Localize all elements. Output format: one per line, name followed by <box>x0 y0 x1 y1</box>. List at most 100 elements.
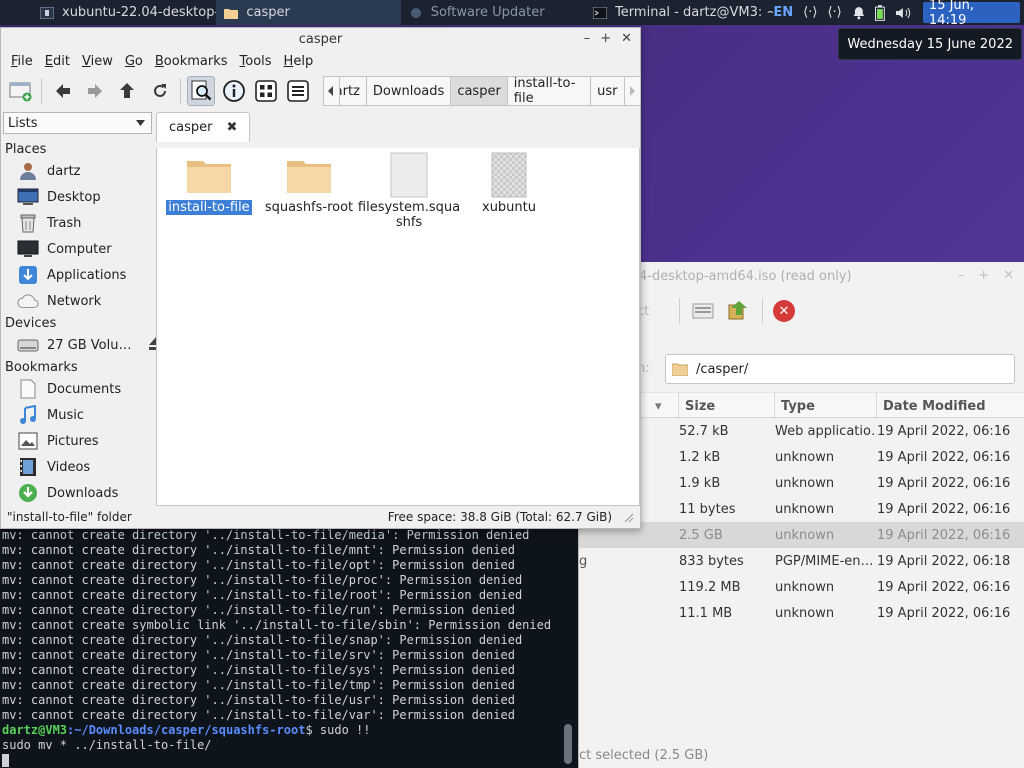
sidebar-item-music[interactable]: Music <box>1 402 154 428</box>
grid-view-icon <box>255 80 277 102</box>
archive-cell-date: 19 April 2022, 06:16 <box>877 527 1011 543</box>
sidebar-item-videos[interactable]: Videos <box>1 454 154 480</box>
new-tab-icon <box>9 82 32 102</box>
applications-icon <box>17 264 39 286</box>
breadcrumb-item[interactable]: usr <box>590 76 625 106</box>
new-tab-button[interactable] <box>7 76 35 106</box>
battery-icon[interactable] <box>875 4 886 21</box>
column-name[interactable]: ▾ <box>641 393 679 419</box>
taskbar-item-terminal[interactable]: Terminal - dartz@VM3: ~/… <box>585 0 773 25</box>
menu-tools[interactable]: Tools <box>234 54 278 69</box>
maximize-icon[interactable]: + <box>978 268 989 283</box>
music-icon <box>17 404 39 426</box>
terminal-scrollbar[interactable] <box>564 724 572 764</box>
archive-row[interactable]: 2.5 GB unknown 19 April 2022, 06:16 <box>579 522 1024 548</box>
breadcrumb-item-current[interactable]: casper <box>450 76 508 106</box>
archive-row[interactable]: g 833 bytes PGP/MIME-en… 19 April 2022, 06:… <box>579 548 1024 574</box>
menu-view[interactable]: View <box>76 54 119 69</box>
archive-row[interactable]: 119.2 MB unknown 19 April 2022, 06:16 <box>579 574 1024 600</box>
tab-bar: casper ✖ <box>154 110 641 142</box>
file-item[interactable]: install-to-file <box>161 152 257 216</box>
chevron-left-icon <box>328 86 334 96</box>
notification-bell-icon[interactable] <box>852 6 866 20</box>
icon-view[interactable]: install-to-file squashfs-root filesystem… <box>156 148 640 506</box>
stop-icon[interactable]: ✕ <box>773 300 795 322</box>
maximize-icon[interactable]: + <box>600 31 611 46</box>
reload-button[interactable] <box>146 76 174 106</box>
file-item[interactable]: filesystem.squa shfs <box>358 152 460 230</box>
minimize-icon[interactable]: – <box>584 31 591 46</box>
column-type[interactable]: Type <box>775 393 877 419</box>
menu-file[interactable]: File <box>5 54 39 69</box>
menu-go[interactable]: Go <box>119 54 149 69</box>
sidebar-item-home[interactable]: dartz <box>1 158 154 184</box>
resize-grip-icon[interactable] <box>622 511 634 523</box>
archive-cell-type: unknown <box>775 605 835 621</box>
parent-folder-button[interactable] <box>113 76 141 106</box>
sidebar-item-computer[interactable]: Computer <box>1 236 154 262</box>
archive-location-field[interactable]: /casper/ <box>665 354 1015 384</box>
window-buttons: – + ✕ <box>584 31 632 46</box>
file-item[interactable]: squashfs-root <box>261 152 357 215</box>
keyboard-layout-indicator[interactable]: EN <box>773 5 793 20</box>
minimize-icon[interactable]: – <box>958 268 965 283</box>
breadcrumb-item[interactable]: artz <box>339 76 367 106</box>
archive-cell-size: 119.2 MB <box>679 579 741 595</box>
archive-row[interactable]: ove1.2 kBunknown19 April 2022, 06:16 <box>579 444 1024 470</box>
menu-help[interactable]: Help <box>278 54 320 69</box>
breadcrumb-item[interactable]: Downloads <box>365 76 452 106</box>
sidebar-item-documents[interactable]: Documents <box>1 376 154 402</box>
sidebar-item-pictures[interactable]: Pictures <box>1 428 154 454</box>
column-date-modified[interactable]: Date Modified <box>877 393 1024 419</box>
sidebar-item-downloads[interactable]: Downloads <box>1 480 154 506</box>
status-free-space: Free space: 38.8 GiB (Total: 62.7 GiB) <box>387 510 612 524</box>
menu-bar: File Edit View Go Bookmarks Tools Help <box>1 50 640 72</box>
toolbar-separator <box>762 298 763 324</box>
sidebar-item-volume[interactable]: 27 GB Volu… <box>1 332 165 358</box>
archive-row[interactable]: 11.1 MB unknown 19 April 2022, 06:16 <box>579 600 1024 626</box>
archive-row[interactable]: 52.7 kB Web applicatio… 19 April 2022, 06:… <box>579 418 1024 444</box>
menu-edit[interactable]: Edit <box>39 54 76 69</box>
window-titlebar[interactable]: casper – + ✕ <box>1 28 640 50</box>
taskbar-item-software-updater[interactable]: Software Updater <box>401 0 585 25</box>
network-icon[interactable]: ⟨·⟩ <box>803 5 817 20</box>
taskbar-item-archive[interactable]: xubuntu-22.04-desktop-a… <box>0 0 216 25</box>
breadcrumb: artz Downloads casper install-to-file us… <box>322 76 642 106</box>
properties-icon[interactable] <box>690 298 716 324</box>
back-button[interactable] <box>48 76 76 106</box>
close-icon[interactable]: ✕ <box>621 31 632 46</box>
menu-label: elp <box>293 53 314 69</box>
sidebar-item-trash[interactable]: Trash <box>1 210 154 236</box>
menu-bookmarks[interactable]: Bookmarks <box>149 54 234 69</box>
taskbar-item-casper[interactable]: casper <box>216 0 401 25</box>
volume-icon[interactable] <box>895 6 913 20</box>
properties-button[interactable] <box>219 76 247 106</box>
column-size[interactable]: Size <box>679 393 775 419</box>
terminal-window[interactable]: mv: cannot create directory '../install-… <box>0 528 578 768</box>
list-view-button[interactable] <box>284 76 312 106</box>
archive-row[interactable]: 1.9 kB unknown 19 April 2022, 06:16 <box>579 470 1024 496</box>
archive-cell-date: 19 April 2022, 06:16 <box>877 423 1011 439</box>
breadcrumb-item[interactable]: install-to-file <box>506 76 592 106</box>
close-tab-icon[interactable]: ✖ <box>226 120 237 135</box>
file-item[interactable]: xubuntu <box>461 152 557 215</box>
breadcrumb-scroll-left[interactable] <box>322 76 341 106</box>
breadcrumb-scroll-right[interactable] <box>623 76 642 106</box>
clock[interactable]: 15 Jun, 14:19 <box>922 0 1021 28</box>
find-files-button[interactable] <box>186 76 216 106</box>
icon-view-button[interactable] <box>252 76 280 106</box>
extract-icon[interactable] <box>726 298 752 324</box>
tab-casper[interactable]: casper ✖ <box>156 112 251 142</box>
vpn-icon[interactable]: ⟨·⟩ <box>827 5 841 20</box>
close-icon[interactable]: ✕ <box>1003 268 1014 283</box>
archive-cell-size: 52.7 kB <box>679 423 729 439</box>
side-pane-mode-select[interactable]: Lists <box>3 112 152 134</box>
sidebar-item-desktop[interactable]: Desktop <box>1 184 154 210</box>
archive-cell-date: 19 April 2022, 06:16 <box>877 449 1011 465</box>
terminal-window-icon <box>593 6 608 19</box>
sidebar-item-applications[interactable]: Applications <box>1 262 154 288</box>
terminal-cursor-line <box>2 753 578 768</box>
forward-button[interactable] <box>81 76 109 106</box>
archive-row[interactable]: 11 bytes unknown 19 April 2022, 06:16 <box>579 496 1024 522</box>
sidebar-item-network[interactable]: Network <box>1 288 154 314</box>
